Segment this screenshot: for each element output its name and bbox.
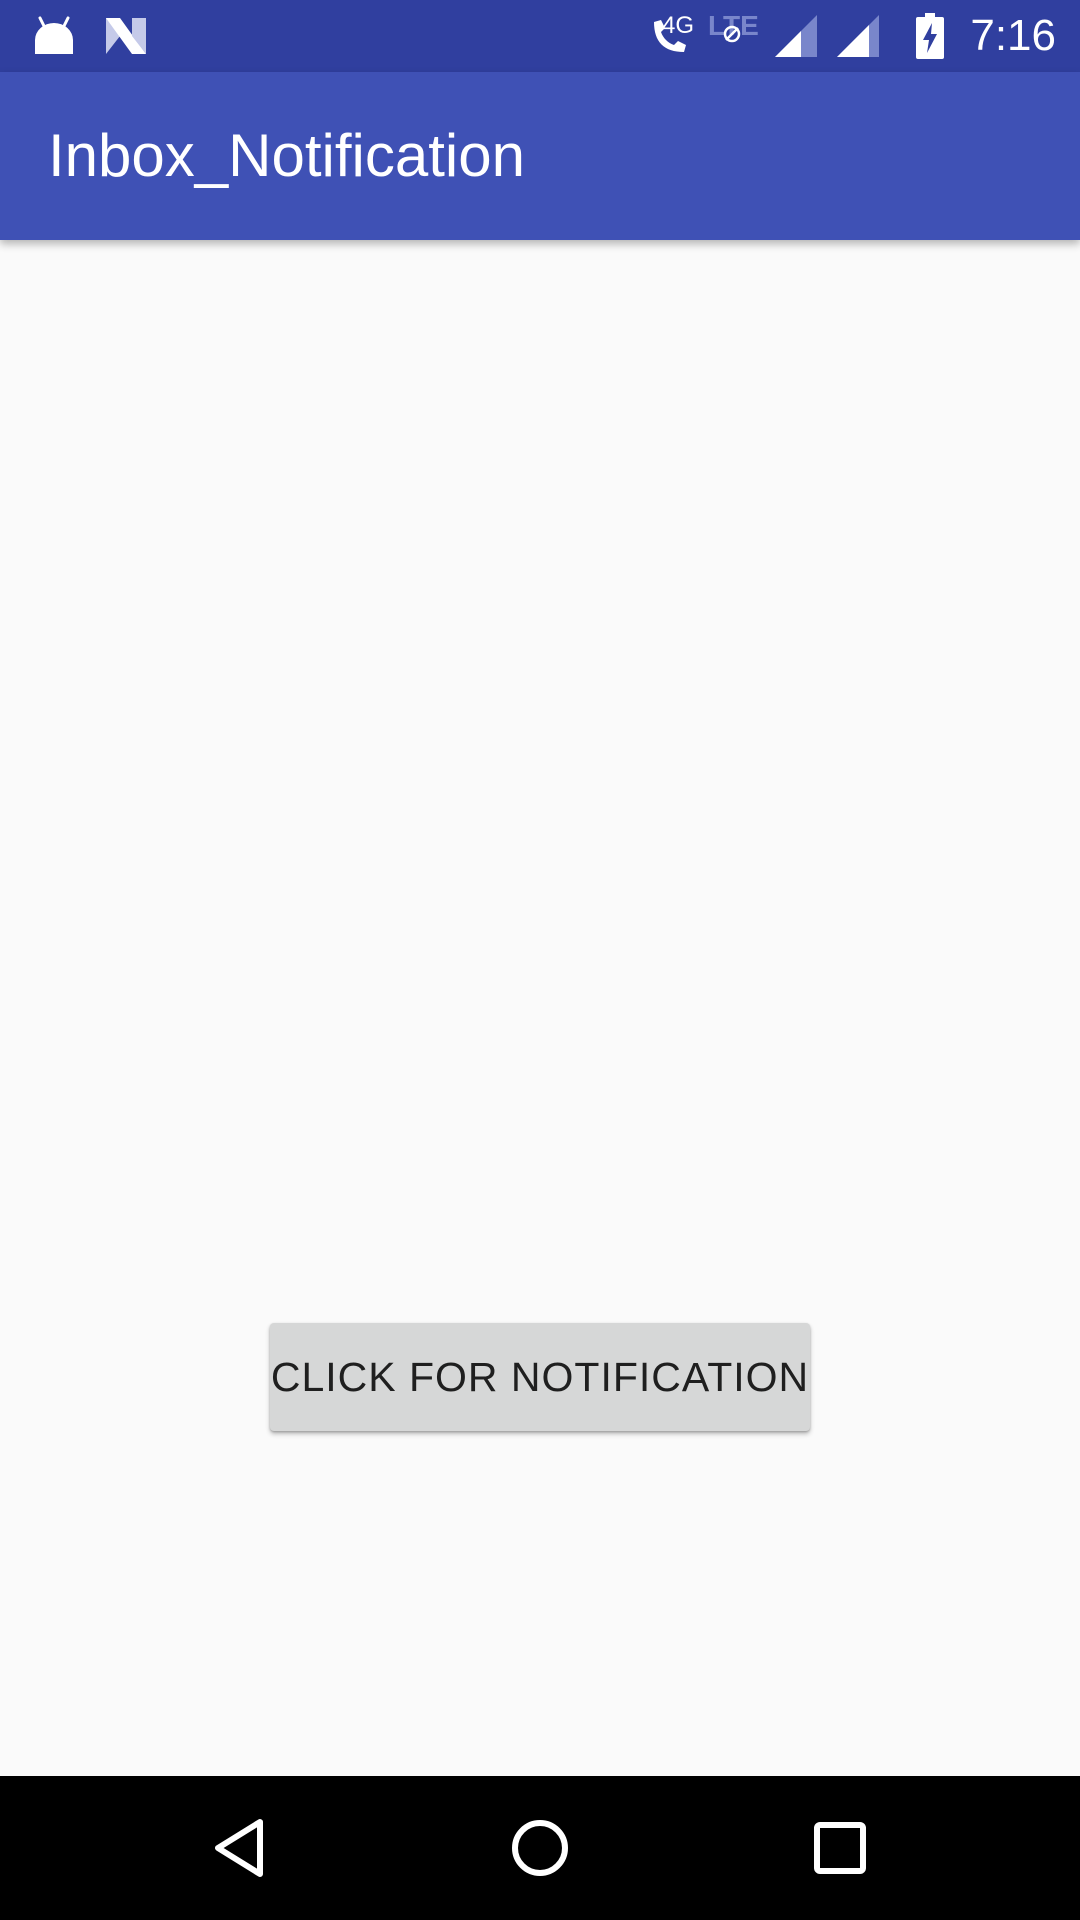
signal-icon	[836, 0, 880, 72]
n-icon	[102, 0, 150, 72]
recents-icon[interactable]	[750, 1776, 930, 1920]
app-bar: Inbox_Notification	[0, 72, 1080, 240]
navigation-bar	[0, 1776, 1080, 1920]
screen: 4G LTE 7:16 Inbox_Notification CLICK FOR…	[0, 0, 1080, 1920]
status-time: 7:16	[970, 11, 1056, 60]
network-type-label: 4G	[662, 12, 695, 39]
lte-icon: LTE	[706, 0, 762, 72]
back-icon[interactable]	[150, 1776, 330, 1920]
signal-icon	[774, 0, 818, 72]
home-icon[interactable]	[450, 1776, 630, 1920]
battery-charging-icon	[910, 0, 950, 72]
android-icon	[30, 0, 78, 72]
page-title: Inbox_Notification	[48, 122, 525, 189]
main-content: CLICK FOR NOTIFICATION	[0, 240, 1080, 1776]
status-bar: 4G LTE 7:16	[0, 0, 1080, 72]
notification-button[interactable]: CLICK FOR NOTIFICATION	[270, 1323, 810, 1431]
